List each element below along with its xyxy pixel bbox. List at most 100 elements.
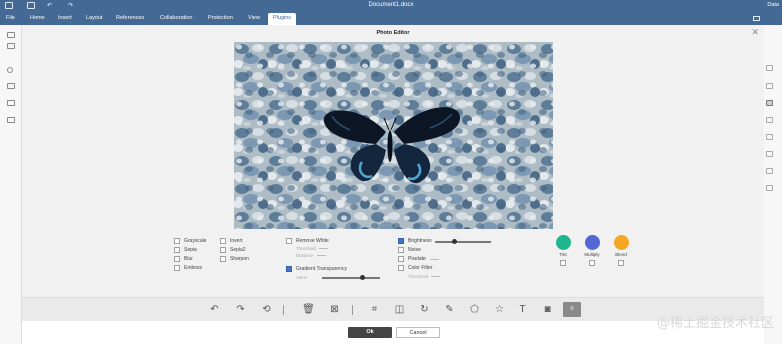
grayscale-option[interactable]: Grayscale — [174, 238, 207, 244]
toolbar-separator — [283, 305, 284, 315]
mask-icon[interactable]: ◙ — [541, 303, 554, 316]
color-filter-checkbox[interactable] — [398, 265, 404, 271]
search-icon[interactable] — [7, 67, 13, 73]
menu-home[interactable]: Home — [30, 15, 45, 21]
pixelate-slider[interactable] — [429, 258, 439, 260]
menu-collaboration[interactable]: Collaboration — [160, 15, 192, 21]
menu-insert[interactable]: Insert — [58, 15, 72, 21]
gradient-value-slider[interactable] — [322, 275, 380, 280]
comments-icon[interactable] — [7, 83, 15, 89]
table-settings-icon[interactable] — [766, 83, 773, 89]
menu-file[interactable]: File — [6, 15, 15, 21]
menu-protection[interactable]: Protection — [208, 15, 233, 21]
pixelate-label: Pixelate — [408, 256, 426, 262]
threshold-label: Threshold — [296, 246, 317, 251]
emboss-checkbox[interactable] — [174, 265, 180, 271]
emboss-option[interactable]: Emboss — [174, 265, 202, 271]
distance-label: Distance — [296, 253, 314, 258]
tint-checkbox[interactable] — [560, 260, 566, 266]
gradient-value-knob[interactable] — [360, 275, 366, 280]
grayscale-checkbox[interactable] — [174, 238, 180, 244]
star-icon[interactable]: ☆ — [493, 303, 506, 316]
pixelate-option[interactable]: Pixelate — [398, 256, 439, 262]
plugins-icon[interactable] — [7, 117, 15, 123]
watermark: @稀土掘金技术社区 — [656, 316, 774, 331]
blend-swatch[interactable] — [614, 235, 629, 250]
text-icon[interactable]: T — [516, 303, 529, 316]
filter-icon[interactable]: ≡ — [563, 302, 581, 317]
sepia2-label: Sepia2 — [230, 247, 246, 253]
delete-icon[interactable]: 🗑 — [302, 303, 315, 316]
cancel-button[interactable]: Cancel — [396, 327, 440, 338]
color-filter-option[interactable]: Color Filter — [398, 265, 432, 271]
undo-icon[interactable]: ↶ — [208, 303, 221, 316]
pixelate-checkbox[interactable] — [398, 256, 404, 262]
distance-slider[interactable] — [316, 255, 326, 257]
blur-checkbox[interactable] — [174, 256, 180, 262]
invert-checkbox[interactable] — [220, 238, 226, 244]
signature-icon[interactable] — [766, 185, 773, 191]
tint-swatch[interactable] — [556, 235, 571, 250]
gradient-transparency-checkbox[interactable] — [286, 266, 292, 272]
color-threshold-slider[interactable] — [431, 276, 441, 278]
document-title: Document1.docx — [368, 2, 414, 8]
ok-button[interactable]: Ok — [348, 327, 392, 338]
blend-checkbox[interactable] — [618, 260, 624, 266]
menu-references[interactable]: References — [116, 15, 144, 21]
text-art-icon[interactable] — [766, 168, 773, 174]
remove-white-distance: Distance — [296, 253, 326, 258]
crop-icon[interactable]: ⌗ — [368, 303, 381, 316]
user-name[interactable]: Data — [767, 2, 779, 8]
sepia2-checkbox[interactable] — [220, 247, 226, 253]
sharpen-option[interactable]: Sharpen — [220, 256, 249, 262]
blur-option[interactable]: Blur — [174, 256, 193, 262]
sepia2-option[interactable]: Sepia2 — [220, 247, 246, 253]
noise-checkbox[interactable] — [398, 247, 404, 253]
paste-icon[interactable] — [7, 43, 15, 49]
menu-plugins[interactable]: Plugins — [268, 13, 297, 25]
multiply-checkbox[interactable] — [589, 260, 595, 266]
sepia-option[interactable]: Sepia — [174, 247, 197, 253]
brightness-slider[interactable] — [435, 239, 491, 244]
flip-icon[interactable]: ◫ — [393, 303, 406, 316]
multiply-label: Multiply — [584, 252, 600, 257]
multiply-swatch[interactable] — [585, 235, 600, 250]
paragraph-settings-icon[interactable] — [766, 65, 773, 71]
delete-all-icon[interactable]: ⊠ — [328, 303, 341, 316]
header-footer-icon[interactable] — [766, 117, 773, 123]
invert-option[interactable]: Invert — [220, 238, 243, 244]
close-icon[interactable]: ✕ — [751, 27, 759, 38]
image-settings-icon[interactable] — [766, 100, 773, 106]
remove-white-checkbox[interactable] — [286, 238, 292, 244]
dialog-footer: Ok Cancel — [22, 321, 764, 344]
reset-icon[interactable]: ⟲ — [260, 303, 273, 316]
navigation-icon[interactable] — [7, 100, 15, 106]
sharpen-label: Sharpen — [230, 256, 249, 262]
open-location-icon[interactable] — [753, 16, 760, 21]
sepia-checkbox[interactable] — [174, 247, 180, 253]
menu-layout[interactable]: Layout — [86, 15, 103, 21]
brightness-checkbox[interactable] — [398, 238, 404, 244]
gradient-transparency-option[interactable]: Gradient Transparency — [286, 266, 347, 272]
chart-settings-icon[interactable] — [766, 151, 773, 157]
dialog-title: Photo Editor — [376, 30, 410, 36]
noise-option[interactable]: Noise — [398, 247, 421, 253]
sharpen-checkbox[interactable] — [220, 256, 226, 262]
brightness-knob[interactable] — [452, 239, 458, 244]
redo-icon[interactable]: ↷ — [234, 303, 247, 316]
tint-label: Tint — [559, 252, 567, 257]
draw-icon[interactable]: ✎ — [443, 303, 456, 316]
rotate-icon[interactable]: ↻ — [418, 303, 431, 316]
shape-settings-icon[interactable] — [766, 134, 773, 140]
remove-white-option[interactable]: Remove White — [286, 238, 329, 244]
threshold-slider[interactable] — [319, 248, 329, 250]
effects-panel: Grayscale Sepia Blur Emboss Invert Sepia… — [172, 235, 632, 293]
copy-icon[interactable] — [7, 32, 15, 38]
sepia-label: Sepia — [184, 247, 197, 253]
shape-icon[interactable]: ⬠ — [468, 303, 481, 316]
color-filter-label: Color Filter — [408, 265, 433, 271]
photo-canvas[interactable] — [234, 42, 553, 229]
invert-label: Invert — [230, 238, 243, 244]
menu-view[interactable]: View — [248, 15, 260, 21]
brightness-option[interactable]: Brightness — [398, 238, 432, 244]
